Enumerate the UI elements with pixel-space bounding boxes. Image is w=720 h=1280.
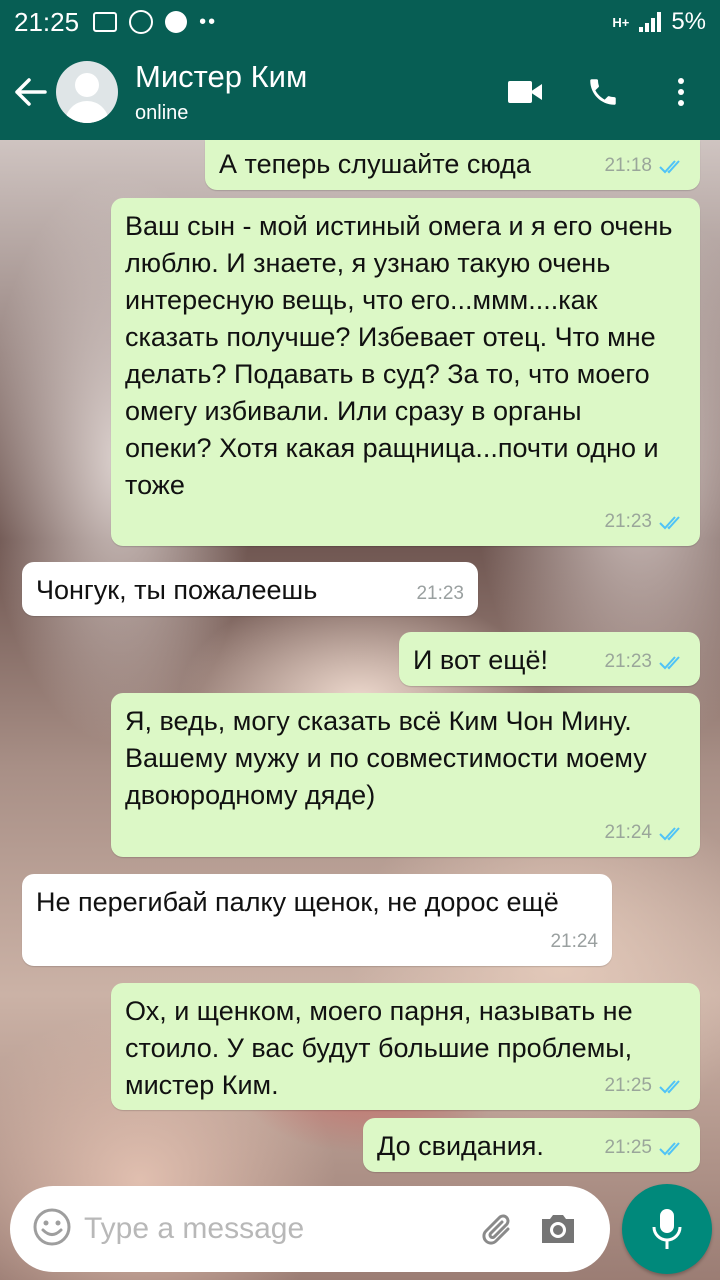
battery-level: 5% [671,8,706,35]
message-time: 21:24 [550,931,598,952]
message-composer [10,1186,610,1272]
message-bubble-outgoing[interactable]: А теперь слушайте сюда 21:18 [205,140,700,190]
contact-info[interactable]: Мистер Ким online [135,58,307,126]
status-time: 21:25 [14,6,80,37]
chat-header: Мистер Ким online [0,44,720,140]
contact-status: online [135,102,189,124]
message-text: Чонгук, ты пожалеешь [36,575,318,605]
message-time: 21:23 [604,651,652,672]
back-button[interactable] [6,44,56,140]
attach-button[interactable] [476,1207,520,1251]
phone-icon [590,79,616,105]
message-time: 21:25 [604,1137,652,1158]
microphone-icon [652,1209,682,1249]
voice-call-button[interactable] [564,44,642,140]
message-time: 21:23 [416,583,464,604]
message-time: 21:25 [604,1075,652,1096]
paperclip-icon [482,1214,510,1245]
more-options-button[interactable] [642,44,720,140]
message-text: Не перегибай палку щенок, не дорос ещё [36,887,559,917]
avatar[interactable] [56,61,118,123]
whatsapp-notification-icon [129,10,154,34]
message-time: 21:18 [604,155,652,176]
emoji-button[interactable] [32,1207,76,1251]
camera-icon [542,1215,574,1243]
double-check-icon [659,1079,680,1093]
message-text: Ох, и щенком, моего парня, называть не с… [125,996,641,1100]
message-text: Ваш сын - мой истиный омега и я его очен… [125,211,680,500]
message-bubble-outgoing[interactable]: Ох, и щенком, моего парня, называть не с… [111,983,700,1110]
message-bubble-outgoing[interactable]: До свидания. 21:25 [363,1118,700,1172]
double-check-icon [659,655,680,669]
message-bubble-outgoing[interactable]: Я, ведь, могу сказать всё Ким Чон Мину. … [111,693,700,857]
more-notifications-icon: •• [199,10,218,33]
message-time: 21:24 [604,822,652,843]
message-bubble-outgoing[interactable]: Ваш сын - мой истиный омега и я его очен… [111,198,700,546]
message-bubble-incoming[interactable]: Чонгук, ты пожалеешь 21:23 [22,562,478,616]
message-time: 21:23 [604,511,652,532]
status-bar: 21:25 •• H+ 5% [0,0,720,44]
double-check-icon [659,826,680,840]
message-bubble-incoming[interactable]: Не перегибай палку щенок, не дорос ещё 2… [22,874,612,966]
message-bubble-outgoing[interactable]: И вот ещё! 21:23 [399,632,700,686]
double-check-icon [659,1141,680,1155]
camera-button[interactable] [536,1207,580,1251]
double-check-icon [659,159,680,173]
emoji-icon [33,1208,71,1246]
more-vertical-icon [678,78,684,106]
video-call-icon [508,81,542,103]
signal-icon [639,12,662,32]
gallery-notification-icon [93,12,118,32]
music-notification-icon [165,11,188,33]
network-type: H+ [612,14,630,30]
contact-name: Мистер Ким [135,59,308,94]
message-text: Я, ведь, могу сказать всё Ким Чон Мину. … [125,706,655,810]
message-input[interactable] [84,1199,474,1259]
arrow-left-icon [15,78,47,106]
video-call-button[interactable] [486,44,564,140]
voice-message-button[interactable] [622,1184,712,1274]
double-check-icon [659,515,680,529]
